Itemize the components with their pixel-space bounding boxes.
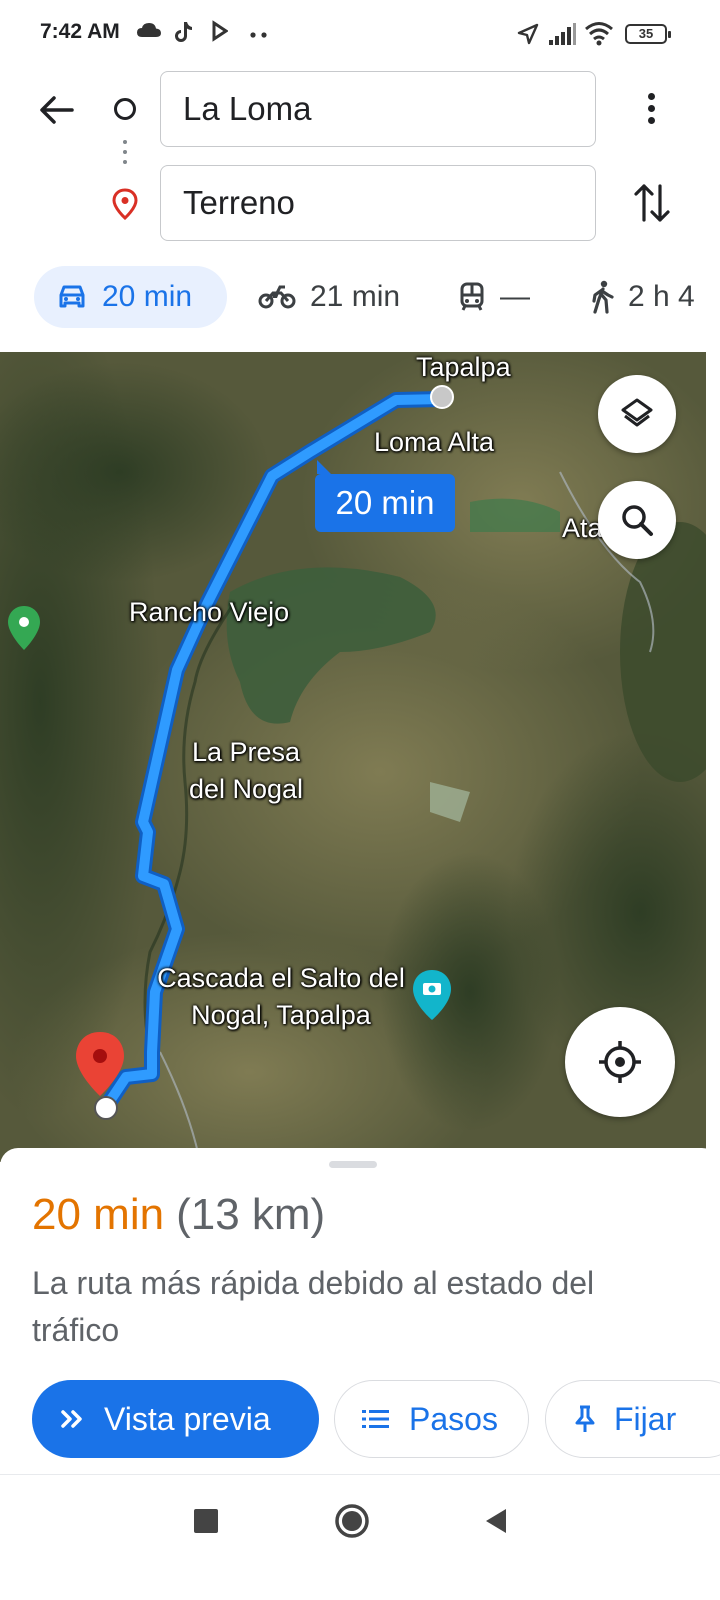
search-icon bbox=[622, 505, 653, 536]
status-time: 7:42 AM bbox=[40, 20, 120, 43]
pushpin-icon bbox=[575, 1405, 595, 1432]
location-arrow-icon bbox=[516, 22, 540, 51]
route-duration-badge[interactable]: 20 min bbox=[315, 460, 455, 532]
tiktok-icon bbox=[172, 20, 194, 49]
map-label-la-presa: La Presa del Nogal bbox=[188, 737, 304, 804]
more-options-button[interactable] bbox=[636, 88, 666, 132]
play-icon bbox=[212, 20, 229, 47]
back-button[interactable] bbox=[34, 88, 78, 132]
route-dots-icon bbox=[123, 140, 127, 170]
travel-mode-tabs: 20 min 21 min — 2 h 4 bbox=[0, 266, 720, 330]
route-time: 20 min bbox=[32, 1190, 165, 1239]
tab-driving[interactable]: 20 min bbox=[34, 266, 227, 328]
tab-transit[interactable]: — bbox=[458, 266, 530, 328]
sheet-drag-handle[interactable] bbox=[329, 1161, 377, 1168]
destination-pin-icon bbox=[111, 188, 139, 225]
home-circle-icon bbox=[335, 1504, 369, 1538]
map-label-rancho-viejo: Rancho Viejo bbox=[129, 597, 290, 627]
tab-transit-label: — bbox=[500, 280, 530, 313]
preview-label: Vista previa bbox=[104, 1400, 271, 1437]
more-dots-icon bbox=[250, 26, 268, 44]
square-icon bbox=[194, 1509, 218, 1533]
home-button[interactable] bbox=[334, 1503, 370, 1544]
origin-circle-icon bbox=[114, 98, 136, 120]
layers-icon bbox=[621, 398, 653, 427]
steps-label: Pasos bbox=[409, 1400, 498, 1437]
swap-arrows-icon bbox=[634, 184, 670, 222]
signal-icon bbox=[548, 22, 576, 51]
tab-driving-label: 20 min bbox=[102, 280, 193, 313]
triangle-back-icon bbox=[486, 1509, 506, 1533]
car-icon bbox=[59, 285, 85, 308]
tab-motorcycle-label: 21 min bbox=[310, 280, 401, 313]
motorcycle-icon bbox=[258, 285, 296, 309]
origin-input[interactable]: La Loma bbox=[160, 71, 596, 147]
route-reason: La ruta más rápida debido al estado del … bbox=[32, 1265, 595, 1348]
walk-icon bbox=[592, 280, 614, 314]
back-nav-button[interactable] bbox=[484, 1508, 508, 1539]
route-summary: 20 min (13 km) bbox=[32, 1190, 325, 1240]
list-icon bbox=[362, 1410, 389, 1428]
double-chevron-right-icon bbox=[61, 1410, 82, 1428]
status-bar: 7:42 AM 35 bbox=[0, 0, 720, 66]
layers-button[interactable] bbox=[598, 375, 676, 453]
crosshair-icon bbox=[599, 1041, 641, 1083]
tab-motorcycle[interactable]: 21 min bbox=[258, 266, 400, 328]
tab-walking-label: 2 h 4 bbox=[628, 280, 695, 313]
route-distance: (13 km) bbox=[176, 1190, 326, 1239]
map-label-tapalpa: Tapalpa bbox=[416, 352, 511, 382]
battery-icon: 35 bbox=[625, 24, 671, 44]
tab-walking[interactable]: 2 h 4 bbox=[590, 266, 695, 328]
wifi-icon bbox=[584, 20, 614, 51]
arrow-left-icon bbox=[40, 96, 74, 124]
pin-button[interactable]: Fijar bbox=[545, 1380, 720, 1458]
map-label-loma-alta: Loma Alta bbox=[374, 427, 495, 457]
search-along-route-button[interactable] bbox=[598, 481, 676, 559]
steps-button[interactable]: Pasos bbox=[334, 1380, 529, 1458]
map-label-ata: Ata bbox=[562, 513, 603, 543]
system-nav-bar bbox=[0, 1475, 720, 1600]
map-label-cascada: Cascada el Salto del Nogal, Tapalpa bbox=[157, 963, 405, 1030]
pin-label: Fijar bbox=[614, 1400, 677, 1437]
swap-route-button[interactable] bbox=[630, 180, 674, 226]
transit-icon bbox=[460, 282, 484, 311]
destination-input[interactable]: Terreno bbox=[160, 165, 596, 241]
recents-button[interactable] bbox=[194, 1509, 218, 1538]
route-summary-sheet: 20 min (13 km) La ruta más rápida debido … bbox=[0, 1148, 720, 1474]
cloud-icon bbox=[136, 20, 162, 45]
my-location-button[interactable] bbox=[565, 1007, 675, 1117]
preview-button[interactable]: Vista previa bbox=[32, 1380, 319, 1458]
